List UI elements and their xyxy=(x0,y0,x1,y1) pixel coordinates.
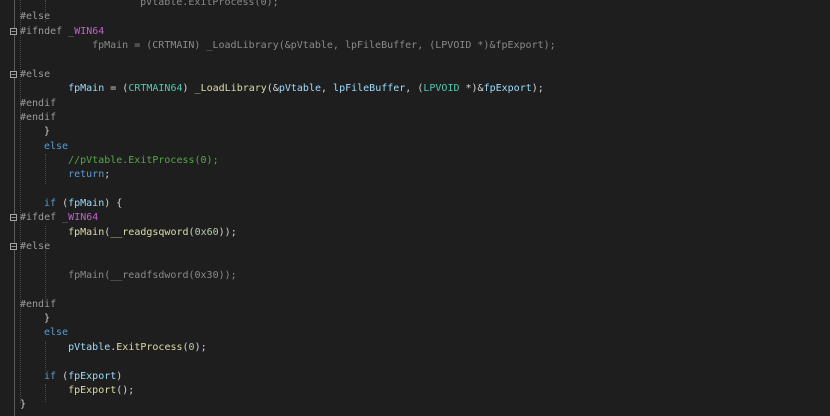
code-line[interactable]: fpMain(__readgsqword(0x60)); xyxy=(44,226,237,240)
code-token: 0x60 xyxy=(194,227,219,238)
code-line[interactable]: else xyxy=(44,140,68,154)
code-line[interactable]: return; xyxy=(44,168,110,182)
code-token: ); xyxy=(531,83,544,94)
code-editor[interactable]: − − − − pVtable.ExitProcess(0); #else #ifn… xyxy=(0,0,830,416)
code-token: _WIN64 xyxy=(68,26,105,37)
code-token: } xyxy=(20,399,27,410)
code-token: (); xyxy=(116,385,135,396)
code-line[interactable]: #ifdef _WIN64 xyxy=(20,211,98,225)
collapse-icon[interactable]: − xyxy=(10,214,17,222)
code-token: fpMain = (CRTMAIN) _LoadLibrary(&pVtable… xyxy=(68,40,556,51)
code-token: fpExport xyxy=(68,385,117,396)
code-line[interactable]: #endif xyxy=(20,298,56,312)
code-line[interactable]: #else xyxy=(20,68,50,82)
code-token: #else xyxy=(20,241,51,252)
code-token: #ifdef xyxy=(20,212,63,223)
code-token: #endif xyxy=(20,98,57,109)
code-token: )); xyxy=(218,227,237,238)
code-token: , ( xyxy=(405,83,424,94)
code-line[interactable]: } xyxy=(20,398,26,412)
code-line[interactable]: #else xyxy=(20,10,50,24)
code-token: = ( xyxy=(104,83,129,94)
code-token: pVtable.ExitProcess(0); xyxy=(92,0,279,8)
code-line[interactable]: fpMain = (CRTMAIN) _LoadLibrary(&pVtable… xyxy=(68,39,556,53)
code-line[interactable]: fpMain = (CRTMAIN64) _LoadLibrary(&pVtab… xyxy=(44,82,544,96)
code-token: #endif xyxy=(20,299,57,310)
code-token: ( xyxy=(56,198,69,209)
code-token: _WIN64 xyxy=(62,212,99,223)
code-token: CRTMAIN64 xyxy=(128,83,183,94)
code-token: ) xyxy=(116,371,123,382)
code-token: fpMain(__readfsdword(0x30)); xyxy=(44,270,237,281)
code-token: //pVtable.ExitProcess(0); xyxy=(44,155,219,166)
code-token: fpExport xyxy=(483,83,532,94)
code-line[interactable]: else xyxy=(44,326,68,340)
code-token: (& xyxy=(266,83,279,94)
code-line[interactable]: #endif xyxy=(20,97,56,111)
code-token: _LoadLibrary xyxy=(194,83,267,94)
code-token: pVtable xyxy=(68,342,111,353)
code-token: , xyxy=(321,83,334,94)
code-token: return xyxy=(68,169,105,180)
code-token: fpMain xyxy=(68,83,105,94)
code-line[interactable]: pVtable.ExitProcess(0); xyxy=(44,341,207,355)
code-token: fpMain xyxy=(68,227,105,238)
code-token: } xyxy=(44,126,51,137)
indent-guide xyxy=(20,0,21,403)
code-line[interactable]: if (fpExport) xyxy=(44,370,122,384)
code-line[interactable]: } xyxy=(44,312,50,326)
code-token: ; xyxy=(104,169,111,180)
code-token: #endif xyxy=(20,112,57,123)
code-line[interactable]: pVtable.ExitProcess(0); xyxy=(92,0,279,10)
code-token: fpMain xyxy=(68,198,105,209)
code-token: #else xyxy=(20,69,51,80)
code-line[interactable]: fpMain(__readfsdword(0x30)); xyxy=(44,269,237,283)
code-line[interactable]: if (fpMain) { xyxy=(44,197,122,211)
code-token: else xyxy=(44,327,69,338)
code-token: else xyxy=(44,141,69,152)
code-token: __readgsqword xyxy=(110,227,189,238)
code-token: LPVOID xyxy=(423,83,460,94)
code-token: } xyxy=(44,313,51,324)
code-line[interactable]: #else xyxy=(20,240,50,254)
code-token: ( xyxy=(56,371,69,382)
collapse-icon[interactable]: − xyxy=(10,28,17,36)
code-token: ExitProcess xyxy=(116,342,183,353)
code-token: if xyxy=(44,371,57,382)
code-token: #else xyxy=(20,11,51,22)
code-line[interactable]: #ifndef _WIN64 xyxy=(20,25,104,39)
code-line[interactable]: #endif xyxy=(20,111,56,125)
collapse-icon[interactable]: − xyxy=(10,243,17,251)
code-token: if xyxy=(44,198,57,209)
code-token: pVtable xyxy=(278,83,321,94)
code-token: lpFileBuffer xyxy=(333,83,406,94)
code-line[interactable]: } xyxy=(44,125,50,139)
fold-margin: − − − − xyxy=(0,0,18,416)
collapse-icon[interactable]: − xyxy=(10,71,17,79)
fold-line xyxy=(14,0,15,416)
code-token: ) xyxy=(182,83,195,94)
code-token: #ifndef xyxy=(20,26,69,37)
code-line[interactable]: fpExport(); xyxy=(44,384,134,398)
code-line[interactable]: //pVtable.ExitProcess(0); xyxy=(44,154,219,168)
code-token: *)& xyxy=(459,83,484,94)
code-token: fpExport xyxy=(68,371,117,382)
code-token: ) { xyxy=(104,198,123,209)
code-token: ); xyxy=(194,342,207,353)
